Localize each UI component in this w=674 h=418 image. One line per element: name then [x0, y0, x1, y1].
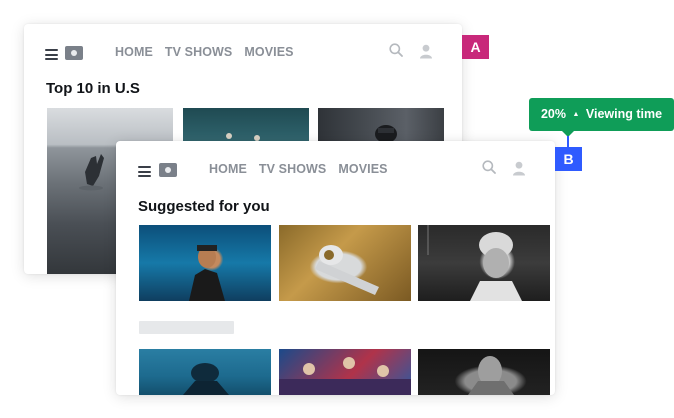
- movie-thumbnail[interactable]: [418, 349, 550, 395]
- movie-thumbnail[interactable]: [418, 225, 550, 301]
- viewing-time-value: 20%: [540, 107, 566, 121]
- tooltip-connector-line: [567, 136, 569, 147]
- movie-thumbnail[interactable]: [139, 349, 271, 395]
- user-icon[interactable]: [419, 44, 433, 59]
- nav-tv-shows[interactable]: TV SHOWS: [165, 43, 232, 61]
- variant-b-card: HOME TV SHOWS MOVIES Suggested for you: [116, 141, 555, 395]
- nav-home[interactable]: HOME: [115, 43, 153, 61]
- user-icon[interactable]: [512, 161, 526, 176]
- movie-thumbnail[interactable]: [139, 225, 271, 301]
- nav-home[interactable]: HOME: [209, 160, 247, 178]
- viewing-time-tooltip: 20% ▲ Viewing time: [529, 98, 674, 131]
- nav-movies[interactable]: MOVIES: [244, 43, 293, 61]
- hamburger-icon[interactable]: [45, 49, 58, 60]
- top-navigation-bar: HOME TV SHOWS MOVIES: [24, 36, 462, 80]
- main-nav: HOME TV SHOWS MOVIES: [115, 43, 294, 61]
- section-title: Top 10 in U.S: [46, 80, 140, 97]
- triangle-up-icon: ▲: [572, 111, 580, 118]
- nav-movies[interactable]: MOVIES: [338, 160, 387, 178]
- logo-icon[interactable]: [65, 46, 83, 60]
- hamburger-icon[interactable]: [138, 166, 151, 177]
- search-icon[interactable]: [389, 43, 403, 57]
- movie-thumbnail[interactable]: [279, 349, 411, 395]
- loading-placeholder: [139, 321, 234, 334]
- section-title: Suggested for you: [138, 198, 270, 215]
- movie-thumbnail[interactable]: [279, 225, 411, 301]
- logo-icon[interactable]: [159, 163, 177, 177]
- variant-b-label: B: [555, 147, 582, 171]
- main-nav: HOME TV SHOWS MOVIES: [209, 160, 388, 178]
- variant-a-label: A: [462, 35, 489, 59]
- nav-tv-shows[interactable]: TV SHOWS: [259, 160, 326, 178]
- search-icon[interactable]: [482, 160, 496, 174]
- viewing-time-label: Viewing time: [585, 107, 663, 121]
- top-navigation-bar: HOME TV SHOWS MOVIES: [116, 153, 555, 197]
